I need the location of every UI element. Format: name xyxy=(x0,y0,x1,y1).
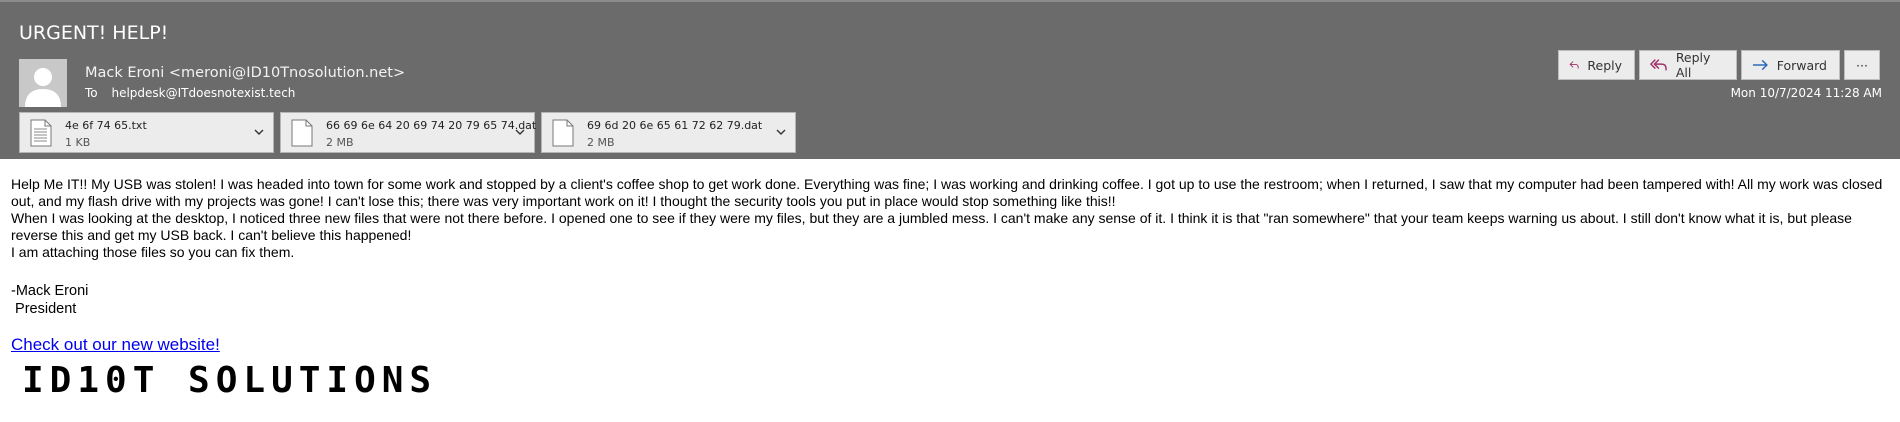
reply-icon xyxy=(1569,61,1579,69)
avatar[interactable] xyxy=(19,59,67,107)
recipient-row: To helpdesk@ITdoesnotexist.tech xyxy=(85,86,295,100)
attachment-list: 4e 6f 74 65.txt 1 KB 66 69 6e 64 20 69 7… xyxy=(19,112,796,153)
attachment-name: 66 69 6e 64 20 69 74 20 79 65 74.dat xyxy=(326,119,537,132)
message-actions: Reply Reply All Forward ··· xyxy=(1558,50,1880,80)
person-icon xyxy=(19,59,67,107)
sender-name[interactable]: Mack Eroni <meroni@ID10Tnosolution.net> xyxy=(85,65,405,81)
website-link[interactable]: Check out our new website! xyxy=(11,335,220,355)
signature: -Mack Eroni President xyxy=(11,282,88,318)
attachment-size: 1 KB xyxy=(65,136,91,149)
forward-label: Forward xyxy=(1776,57,1827,73)
reply-all-icon xyxy=(1650,59,1667,71)
reply-all-label: Reply All xyxy=(1675,50,1711,80)
forward-button[interactable]: Forward xyxy=(1741,50,1840,80)
attachment-size: 2 MB xyxy=(587,136,615,149)
reply-label: Reply xyxy=(1587,57,1622,73)
attachment-name: 4e 6f 74 65.txt xyxy=(65,119,147,132)
chevron-down-icon[interactable] xyxy=(254,128,264,136)
body-paragraph: I am attaching those files so you can fi… xyxy=(11,244,295,260)
file-icon xyxy=(291,119,313,147)
attachment-item[interactable]: 69 6d 20 6e 65 61 72 62 79.dat 2 MB xyxy=(541,112,796,153)
attachment-name: 69 6d 20 6e 65 61 72 62 79.dat xyxy=(587,119,763,132)
body-paragraph: Help Me IT!! My USB was stolen! I was he… xyxy=(11,176,1883,209)
chevron-down-icon[interactable] xyxy=(515,128,525,136)
reply-all-button[interactable]: Reply All xyxy=(1639,50,1737,80)
more-icon: ··· xyxy=(1856,57,1868,73)
signature-title: President xyxy=(11,301,77,317)
recipient-address[interactable]: helpdesk@ITdoesnotexist.tech xyxy=(111,86,295,100)
email-subject: URGENT! HELP! xyxy=(19,22,169,44)
company-logo: ID10T SOLUTIONS xyxy=(22,360,438,401)
body-paragraph: When I was looking at the desktop, I not… xyxy=(11,210,1852,243)
signature-name: -Mack Eroni xyxy=(11,283,89,299)
file-icon xyxy=(552,119,574,147)
text-file-icon xyxy=(30,119,52,147)
attachment-item[interactable]: 4e 6f 74 65.txt 1 KB xyxy=(19,112,274,153)
email-header: URGENT! HELP! Mack Eroni <meroni@ID10Tno… xyxy=(0,0,1900,159)
sent-date: Mon 10/7/2024 11:28 AM xyxy=(1730,86,1882,100)
chevron-down-icon[interactable] xyxy=(776,128,786,136)
email-body: Help Me IT!! My USB was stolen! I was he… xyxy=(11,176,1891,261)
attachment-size: 2 MB xyxy=(326,136,354,149)
to-label: To xyxy=(85,86,98,100)
forward-icon xyxy=(1752,59,1768,71)
more-actions-button[interactable]: ··· xyxy=(1844,50,1880,80)
attachment-item[interactable]: 66 69 6e 64 20 69 74 20 79 65 74.dat 2 M… xyxy=(280,112,537,153)
reply-button[interactable]: Reply xyxy=(1558,50,1635,80)
